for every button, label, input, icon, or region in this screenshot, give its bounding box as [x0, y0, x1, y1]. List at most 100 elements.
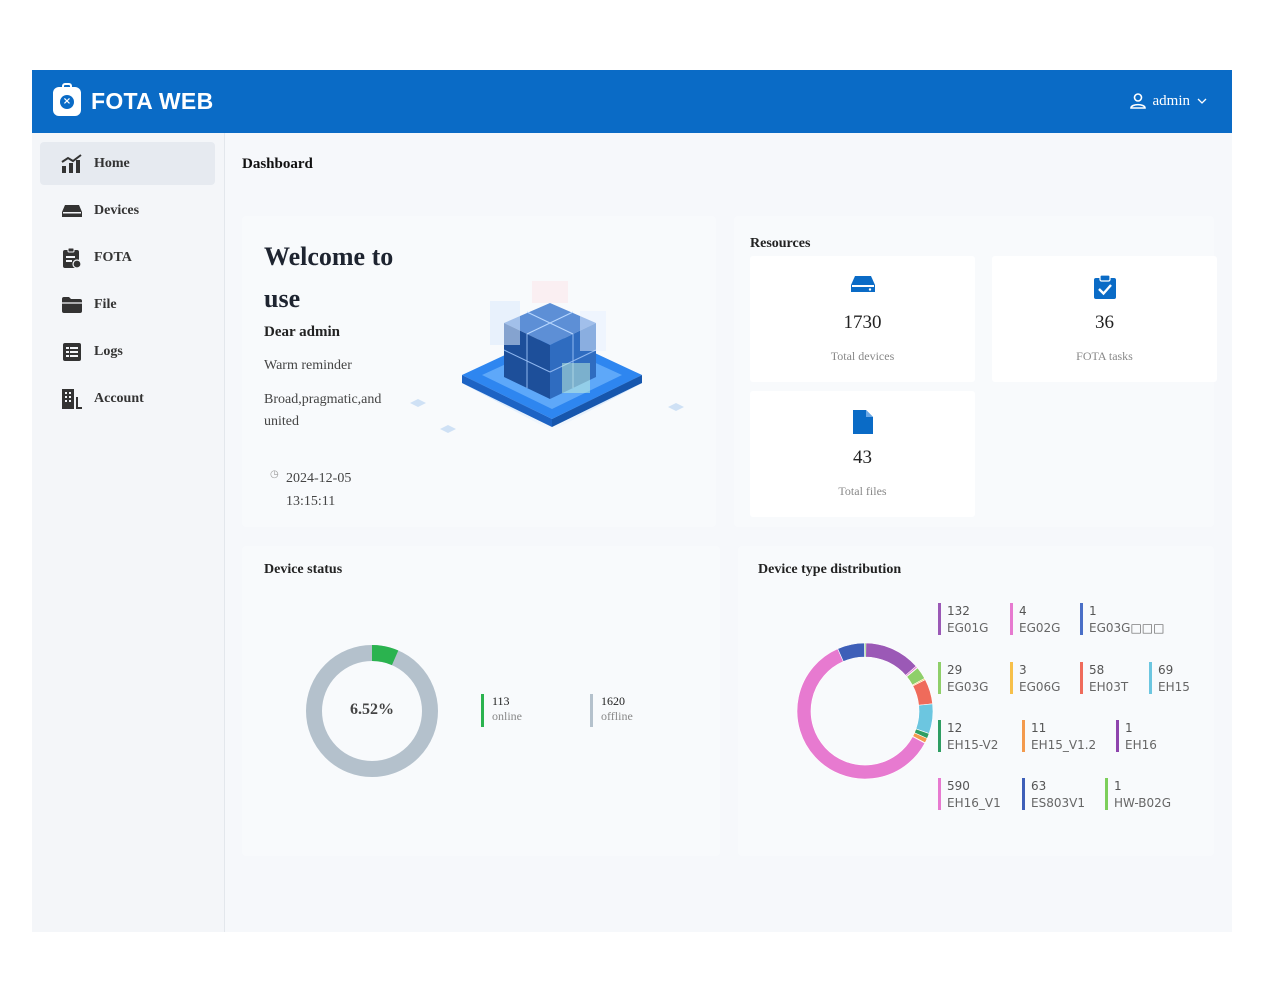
legend-item-eh15[interactable]: 69 EH15: [1149, 662, 1190, 694]
user-menu[interactable]: admin: [1129, 92, 1215, 110]
motto-text: Broad,pragmatic,and united: [264, 392, 382, 429]
datetime: 2024-12-05 13:15:11: [286, 467, 386, 513]
donut-slice-eh15[interactable]: [915, 703, 934, 734]
legend-value: 590: [947, 779, 970, 793]
legend-value: 1: [1114, 779, 1122, 793]
legend-value: 69: [1158, 663, 1174, 677]
resource-total-devices[interactable]: 1730 Total devices: [750, 256, 975, 382]
legend-value: 11: [1031, 721, 1047, 735]
resource-label: Total files: [838, 484, 887, 498]
app-window: × FOTA WEB admin Home Devices FOTA File …: [32, 70, 1232, 932]
legend-item-eg02g[interactable]: 4 EG02G: [1010, 603, 1060, 635]
donut-slice-eg01g[interactable]: [864, 642, 917, 676]
folder-icon: [60, 293, 84, 317]
server-cube-illustration: [410, 281, 684, 433]
welcome-card: Welcome to use Dear admin Warm reminder …: [242, 216, 716, 527]
legend-item-eg06g[interactable]: 3 EG06G: [1010, 662, 1060, 694]
legend-value: 1: [1089, 604, 1097, 618]
legend-item-eh16-v1[interactable]: 590 EH16_V1: [938, 778, 1001, 810]
legend-value: 12: [947, 721, 963, 735]
sidebar-item-label: File: [94, 296, 117, 312]
resources-title: Resources: [750, 236, 811, 251]
legend-label: online: [492, 709, 522, 723]
sidebar-item-fota[interactable]: FOTA: [40, 236, 215, 279]
greeting: Dear admin: [264, 324, 340, 340]
legend-label: EG03G: [947, 680, 989, 694]
user-icon: [1129, 93, 1146, 109]
date-text: 2024-12-05: [286, 471, 352, 486]
legend-item-eh03t[interactable]: 58 EH03T: [1080, 662, 1128, 694]
drive-icon: [750, 274, 975, 300]
sidebar-item-label: Account: [94, 390, 144, 406]
legend-online: 113 online: [481, 694, 522, 727]
drive-icon: [60, 199, 84, 223]
sidebar-item-label: FOTA: [94, 249, 132, 265]
legend-value: 1: [1125, 721, 1133, 735]
legend-value: 3: [1019, 663, 1027, 677]
legend-value: 58: [1089, 663, 1105, 677]
legend-label: offline: [601, 709, 633, 723]
legend-value: 4: [1019, 604, 1027, 618]
resource-value: 36: [1095, 312, 1114, 333]
task-check-icon: [992, 274, 1217, 300]
app-title: FOTA WEB: [91, 88, 214, 114]
list-icon: [60, 340, 84, 364]
sidebar-item-file[interactable]: File: [40, 283, 215, 326]
legend-item-eg03g-[interactable]: 1 EG03G□□□: [1080, 603, 1164, 635]
resources-card: Resources 1730 Total devices 36 FOTA tas…: [734, 216, 1217, 527]
sidebar-item-devices[interactable]: Devices: [40, 189, 215, 232]
sidebar-item-label: Logs: [94, 343, 123, 359]
device-type-title: Device type distribution: [758, 562, 902, 577]
resource-label: FOTA tasks: [1076, 349, 1133, 363]
resource-total-files[interactable]: 43 Total files: [750, 391, 975, 517]
time-text: 13:15:11: [286, 494, 336, 509]
legend-value: 113: [492, 694, 510, 708]
legend-label: EG02G: [1019, 621, 1061, 635]
sidebar: Home Devices FOTA File Logs Account: [32, 133, 225, 932]
sidebar-item-account[interactable]: Account: [40, 377, 215, 420]
username: admin: [1152, 92, 1191, 109]
clipboard-icon: [60, 246, 84, 270]
donut-slice-hw-b02g[interactable]: [864, 642, 867, 658]
clock-icon: ◷: [270, 469, 279, 480]
type-donut-chart: [796, 642, 934, 780]
legend-value: 132: [947, 604, 970, 618]
legend-label: EH15_V1.2: [1031, 738, 1097, 752]
building-icon: [60, 387, 84, 411]
legend-label: EG06G: [1019, 680, 1061, 694]
device-status-card: Device status 6.52% 113 online 1620 offl…: [242, 546, 720, 856]
resource-value: 1730: [843, 312, 882, 333]
breadcrumb: Dashboard: [226, 133, 1232, 198]
online-percent: 6.52%: [350, 701, 394, 718]
top-header: × FOTA WEB admin: [32, 70, 1232, 133]
sidebar-item-label: Devices: [94, 202, 140, 218]
chart-icon: [60, 152, 84, 176]
legend-item-es803v1[interactable]: 63 ES803V1: [1022, 778, 1085, 810]
legend-item-eh15-v1-2[interactable]: 11 EH15_V1.2: [1022, 720, 1096, 752]
legend-label: EH15: [1158, 680, 1190, 694]
sidebar-item-home[interactable]: Home: [40, 142, 215, 185]
sidebar-item-logs[interactable]: Logs: [40, 330, 215, 373]
legend-label: ES803V1: [1031, 796, 1085, 810]
resource-fota-tasks[interactable]: 36 FOTA tasks: [992, 256, 1217, 382]
device-status-title: Device status: [264, 562, 343, 577]
page-title: Dashboard: [242, 156, 313, 172]
legend-item-hw-b02g[interactable]: 1 HW-B02G: [1105, 778, 1171, 810]
legend-item-eh16[interactable]: 1 EH16: [1116, 720, 1157, 752]
legend-item-eh15-v2[interactable]: 12 EH15-V2: [938, 720, 998, 752]
legend-label: EH16: [1125, 738, 1157, 752]
legend-label: EH16_V1: [947, 796, 1001, 810]
legend-item-eg03g[interactable]: 29 EG03G: [938, 662, 988, 694]
legend-value: 63: [1031, 779, 1047, 793]
file-icon: [750, 409, 975, 435]
legend-value: 29: [947, 663, 963, 677]
device-type-card: Device type distribution 132 EG01G 4 EG02G 1…: [738, 546, 1214, 856]
legend-label: EH03T: [1089, 680, 1129, 694]
resource-label: Total devices: [830, 349, 895, 363]
legend-label: EH15-V2: [947, 738, 999, 752]
legend-item-eg01g[interactable]: 132 EG01G: [938, 603, 988, 635]
legend-label: HW-B02G: [1114, 796, 1172, 810]
resource-value: 43: [853, 447, 872, 468]
sidebar-item-label: Home: [94, 155, 130, 171]
legend-value: 1620: [601, 694, 625, 708]
